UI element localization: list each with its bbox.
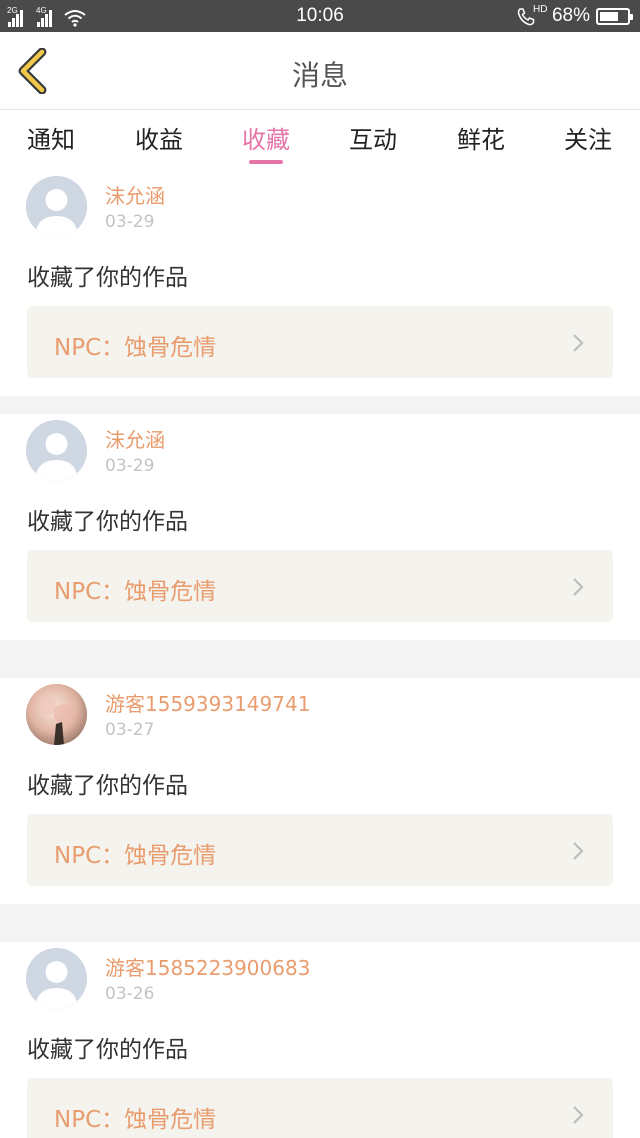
username[interactable]: 沫允涵 bbox=[105, 180, 165, 209]
battery-fill bbox=[600, 11, 618, 21]
active-tab-indicator bbox=[249, 160, 283, 164]
hd-call-icon: HD bbox=[516, 4, 548, 26]
message-text: 收藏了你的作品 bbox=[27, 1037, 188, 1063]
message-text: 收藏了你的作品 bbox=[27, 509, 188, 535]
status-bar: 2G 4G 10:06 HD 68% bbox=[0, 0, 640, 32]
work-link[interactable]: NPC：蚀骨危情 bbox=[27, 306, 613, 378]
message-date: 03-27 bbox=[105, 720, 155, 740]
message-card: 沫允涵 03-29 收藏了你的作品 NPC：蚀骨危情 bbox=[0, 170, 640, 396]
tab-interactions[interactable]: 互动 bbox=[323, 120, 423, 155]
chevron-right-icon bbox=[573, 578, 584, 596]
message-card: 游客1585223900683 03-26 收藏了你的作品 NPC：蚀骨危情 bbox=[0, 942, 640, 1138]
battery-percent: 68% bbox=[551, 5, 590, 26]
message-date: 03-29 bbox=[105, 456, 155, 476]
message-list[interactable]: 沫允涵 03-29 收藏了你的作品 NPC：蚀骨危情 沫允涵 03-29 收藏了… bbox=[0, 170, 640, 1138]
category-tabs: 通知 收益 收藏 互动 鲜花 关注 bbox=[0, 110, 640, 170]
message-text: 收藏了你的作品 bbox=[27, 265, 188, 291]
work-link[interactable]: NPC：蚀骨危情 bbox=[27, 814, 613, 886]
avatar[interactable] bbox=[26, 948, 87, 1009]
work-title: NPC：蚀骨危情 bbox=[54, 1107, 217, 1133]
avatar[interactable] bbox=[26, 684, 87, 745]
message-date: 03-29 bbox=[105, 212, 155, 232]
tab-notifications[interactable]: 通知 bbox=[1, 120, 101, 155]
username[interactable]: 游客1585223900683 bbox=[105, 952, 310, 981]
work-title: NPC：蚀骨危情 bbox=[54, 579, 217, 605]
chevron-right-icon bbox=[573, 842, 584, 860]
chevron-right-icon bbox=[573, 334, 584, 352]
message-text: 收藏了你的作品 bbox=[27, 773, 188, 799]
username[interactable]: 游客1559393149741 bbox=[105, 688, 310, 717]
username[interactable]: 沫允涵 bbox=[105, 424, 165, 453]
work-title: NPC：蚀骨危情 bbox=[54, 335, 217, 361]
hd-label: HD bbox=[532, 4, 548, 15]
tab-earnings[interactable]: 收益 bbox=[109, 120, 209, 155]
avatar[interactable] bbox=[26, 420, 87, 481]
work-link[interactable]: NPC：蚀骨危情 bbox=[27, 550, 613, 622]
tab-follows[interactable]: 关注 bbox=[538, 120, 638, 155]
battery-icon bbox=[596, 7, 633, 25]
message-card: 游客1559393149741 03-27 收藏了你的作品 NPC：蚀骨危情 bbox=[0, 678, 640, 904]
tab-flowers[interactable]: 鲜花 bbox=[431, 120, 531, 155]
chevron-right-icon bbox=[573, 1106, 584, 1124]
message-card: 沫允涵 03-29 收藏了你的作品 NPC：蚀骨危情 bbox=[0, 414, 640, 640]
page-title: 消息 bbox=[291, 59, 348, 92]
message-date: 03-26 bbox=[105, 984, 155, 1004]
header-bar: 消息 bbox=[0, 32, 640, 110]
tab-favorites[interactable]: 收藏 bbox=[216, 120, 316, 155]
work-title: NPC：蚀骨危情 bbox=[54, 843, 217, 869]
avatar[interactable] bbox=[26, 176, 87, 237]
work-link[interactable]: NPC：蚀骨危情 bbox=[27, 1078, 613, 1138]
